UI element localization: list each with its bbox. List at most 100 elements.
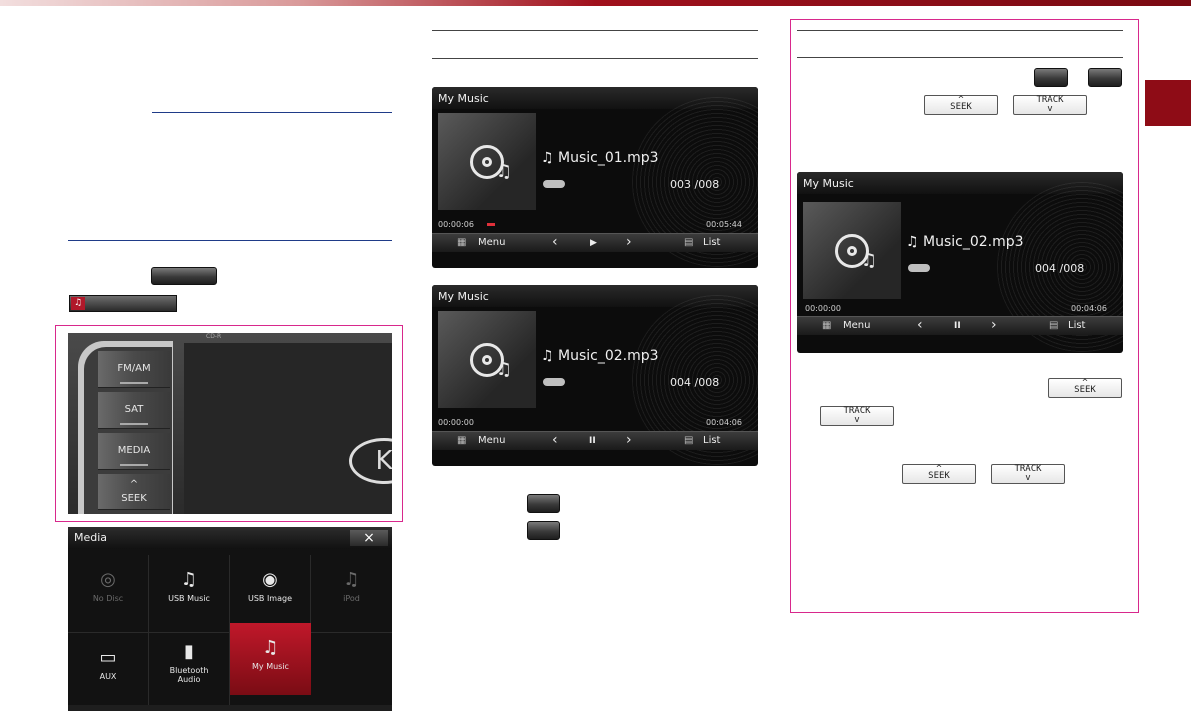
dark-key-button <box>1088 68 1122 87</box>
usb-image-icon: ◉ <box>262 569 278 590</box>
seek-caret-icon: ^ <box>129 479 139 490</box>
total-time: 00:04:06 <box>706 418 742 427</box>
head-unit-photo: K CD-R FM/AM SAT MEDIA ^ SEEK <box>68 333 392 514</box>
track-key: TRACK v <box>1013 95 1087 115</box>
media-item-bluetooth-audio[interactable]: ▮ Bluetooth Audio <box>149 633 230 705</box>
media-item-usb-image[interactable]: ◉ USB Image <box>230 555 311 633</box>
disc-icon: ◎ <box>100 569 116 590</box>
media-item-aux[interactable]: ▭ AUX <box>68 633 149 705</box>
media-menu-screen: Media × ◎ No Disc ♫ USB Music ◉ USB Imag… <box>68 527 392 711</box>
sat-button[interactable]: SAT <box>98 392 170 429</box>
section-rule <box>68 240 392 241</box>
section-rule <box>797 57 1123 58</box>
fm-am-label: FM/AM <box>117 363 151 374</box>
section-rule <box>797 30 1123 31</box>
song-title: ♫ Music_02.mp3 <box>541 348 659 364</box>
menu-button[interactable]: Menu <box>478 435 505 446</box>
dark-key-button <box>527 494 560 513</box>
media-footer <box>68 705 392 711</box>
elapsed-time: 00:00:00 <box>438 418 474 427</box>
fm-am-button[interactable]: FM/AM <box>98 351 170 388</box>
pause-button[interactable]: II <box>954 321 961 331</box>
list-button[interactable]: List <box>703 237 720 248</box>
album-art: ♫ <box>438 311 536 408</box>
list-button[interactable]: List <box>1068 320 1085 331</box>
elapsed-time: 00:00:00 <box>805 304 841 313</box>
kia-logo-icon: K <box>349 438 392 484</box>
track-key: TRACK v <box>820 406 894 426</box>
menu-icon: ▦ <box>457 237 467 248</box>
section-rule <box>432 58 758 59</box>
prev-button[interactable]: ‹ <box>552 432 558 448</box>
total-time: 00:04:06 <box>1071 304 1107 313</box>
control-bar: ▦ Menu ‹ II › ▤ List <box>797 316 1123 335</box>
aux-icon: ▭ <box>99 647 117 668</box>
media-button[interactable]: MEDIA <box>98 433 170 470</box>
music-note-icon: ♫ <box>71 297 85 310</box>
prev-button[interactable]: ‹ <box>917 317 923 333</box>
close-button[interactable]: × <box>350 530 388 546</box>
track-caret-icon: v <box>1025 473 1031 483</box>
media-item-label: iPod <box>343 594 360 603</box>
media-item-label: Bluetooth Audio <box>169 666 209 684</box>
elapsed-time: 00:00:06 <box>438 220 474 229</box>
seek-key: ^ SEEK <box>902 464 976 484</box>
next-button[interactable]: › <box>991 317 997 333</box>
seek-key-label: SEEK <box>950 102 972 112</box>
ipod-icon: ♫ <box>343 569 360 590</box>
media-item-label: USB Image <box>247 594 293 603</box>
media-title-bar <box>68 527 392 549</box>
play-button[interactable]: ▶ <box>590 238 597 248</box>
album-art: ♫ <box>803 202 901 299</box>
seek-label: SEEK <box>121 493 147 504</box>
media-item-empty <box>311 633 392 705</box>
album-art: ♫ <box>438 113 536 210</box>
media-item-label: USB Music <box>168 594 210 603</box>
track-counter: 004 /008 <box>670 376 720 389</box>
chapter-tab <box>1145 80 1191 126</box>
head-unit-display: K <box>184 343 392 514</box>
media-item-my-music[interactable]: ♫ My Music <box>230 623 311 695</box>
dark-key-button <box>1034 68 1068 87</box>
song-title: ♫ Music_01.mp3 <box>541 150 659 166</box>
usb-music-icon: ♫ <box>180 569 198 590</box>
seek-key: ^ SEEK <box>924 95 998 115</box>
track-caret-icon: v <box>854 415 860 425</box>
my-music-screen-3: My Music ♫ ♫ Music_02.mp3 004 /008 00:00… <box>797 172 1123 353</box>
my-music-menu-button: ♫ <box>69 295 177 312</box>
media-title: Media <box>74 531 108 544</box>
list-icon: ▤ <box>1049 320 1059 331</box>
screen-title: My Music <box>438 290 489 303</box>
my-music-screen-1: My Music ♫ ♫ Music_01.mp3 003 /008 00:00… <box>432 87 758 268</box>
control-bar: ▦ Menu ‹ ▶ › ▤ List <box>432 233 758 252</box>
media-item-label: My Music <box>252 662 289 671</box>
list-button[interactable]: List <box>703 435 720 446</box>
cd-badge-icon <box>543 378 565 386</box>
track-counter: 004 /008 <box>1035 262 1085 275</box>
menu-button[interactable]: Menu <box>478 237 505 248</box>
menu-button[interactable]: Menu <box>843 320 870 331</box>
song-title: ♫ Music_02.mp3 <box>906 234 1024 250</box>
media-label: MEDIA <box>117 445 151 456</box>
screen-title: My Music <box>803 177 854 190</box>
next-button[interactable]: › <box>626 432 632 448</box>
top-color-bar <box>0 0 1191 6</box>
bluetooth-icon: ▮ <box>184 641 194 662</box>
media-item-ipod[interactable]: ♫ iPod <box>311 555 392 633</box>
seek-key-label: SEEK <box>928 471 950 481</box>
music-note-icon: ♫ <box>262 637 279 658</box>
media-item-usb-music[interactable]: ♫ USB Music <box>149 555 230 633</box>
media-item-label: No Disc <box>92 594 124 603</box>
menu-icon: ▦ <box>457 435 467 446</box>
prev-button[interactable]: ‹ <box>552 234 558 250</box>
seek-key-label: SEEK <box>1074 385 1096 395</box>
dark-key-button <box>527 521 560 540</box>
media-item-no-disc[interactable]: ◎ No Disc <box>68 555 149 633</box>
seek-button[interactable]: ^ SEEK <box>98 474 170 510</box>
section-rule <box>152 112 392 113</box>
pause-button[interactable]: II <box>589 436 596 446</box>
cd-badge-icon <box>908 264 930 272</box>
track-key: TRACK v <box>991 464 1065 484</box>
menu-icon: ▦ <box>822 320 832 331</box>
next-button[interactable]: › <box>626 234 632 250</box>
